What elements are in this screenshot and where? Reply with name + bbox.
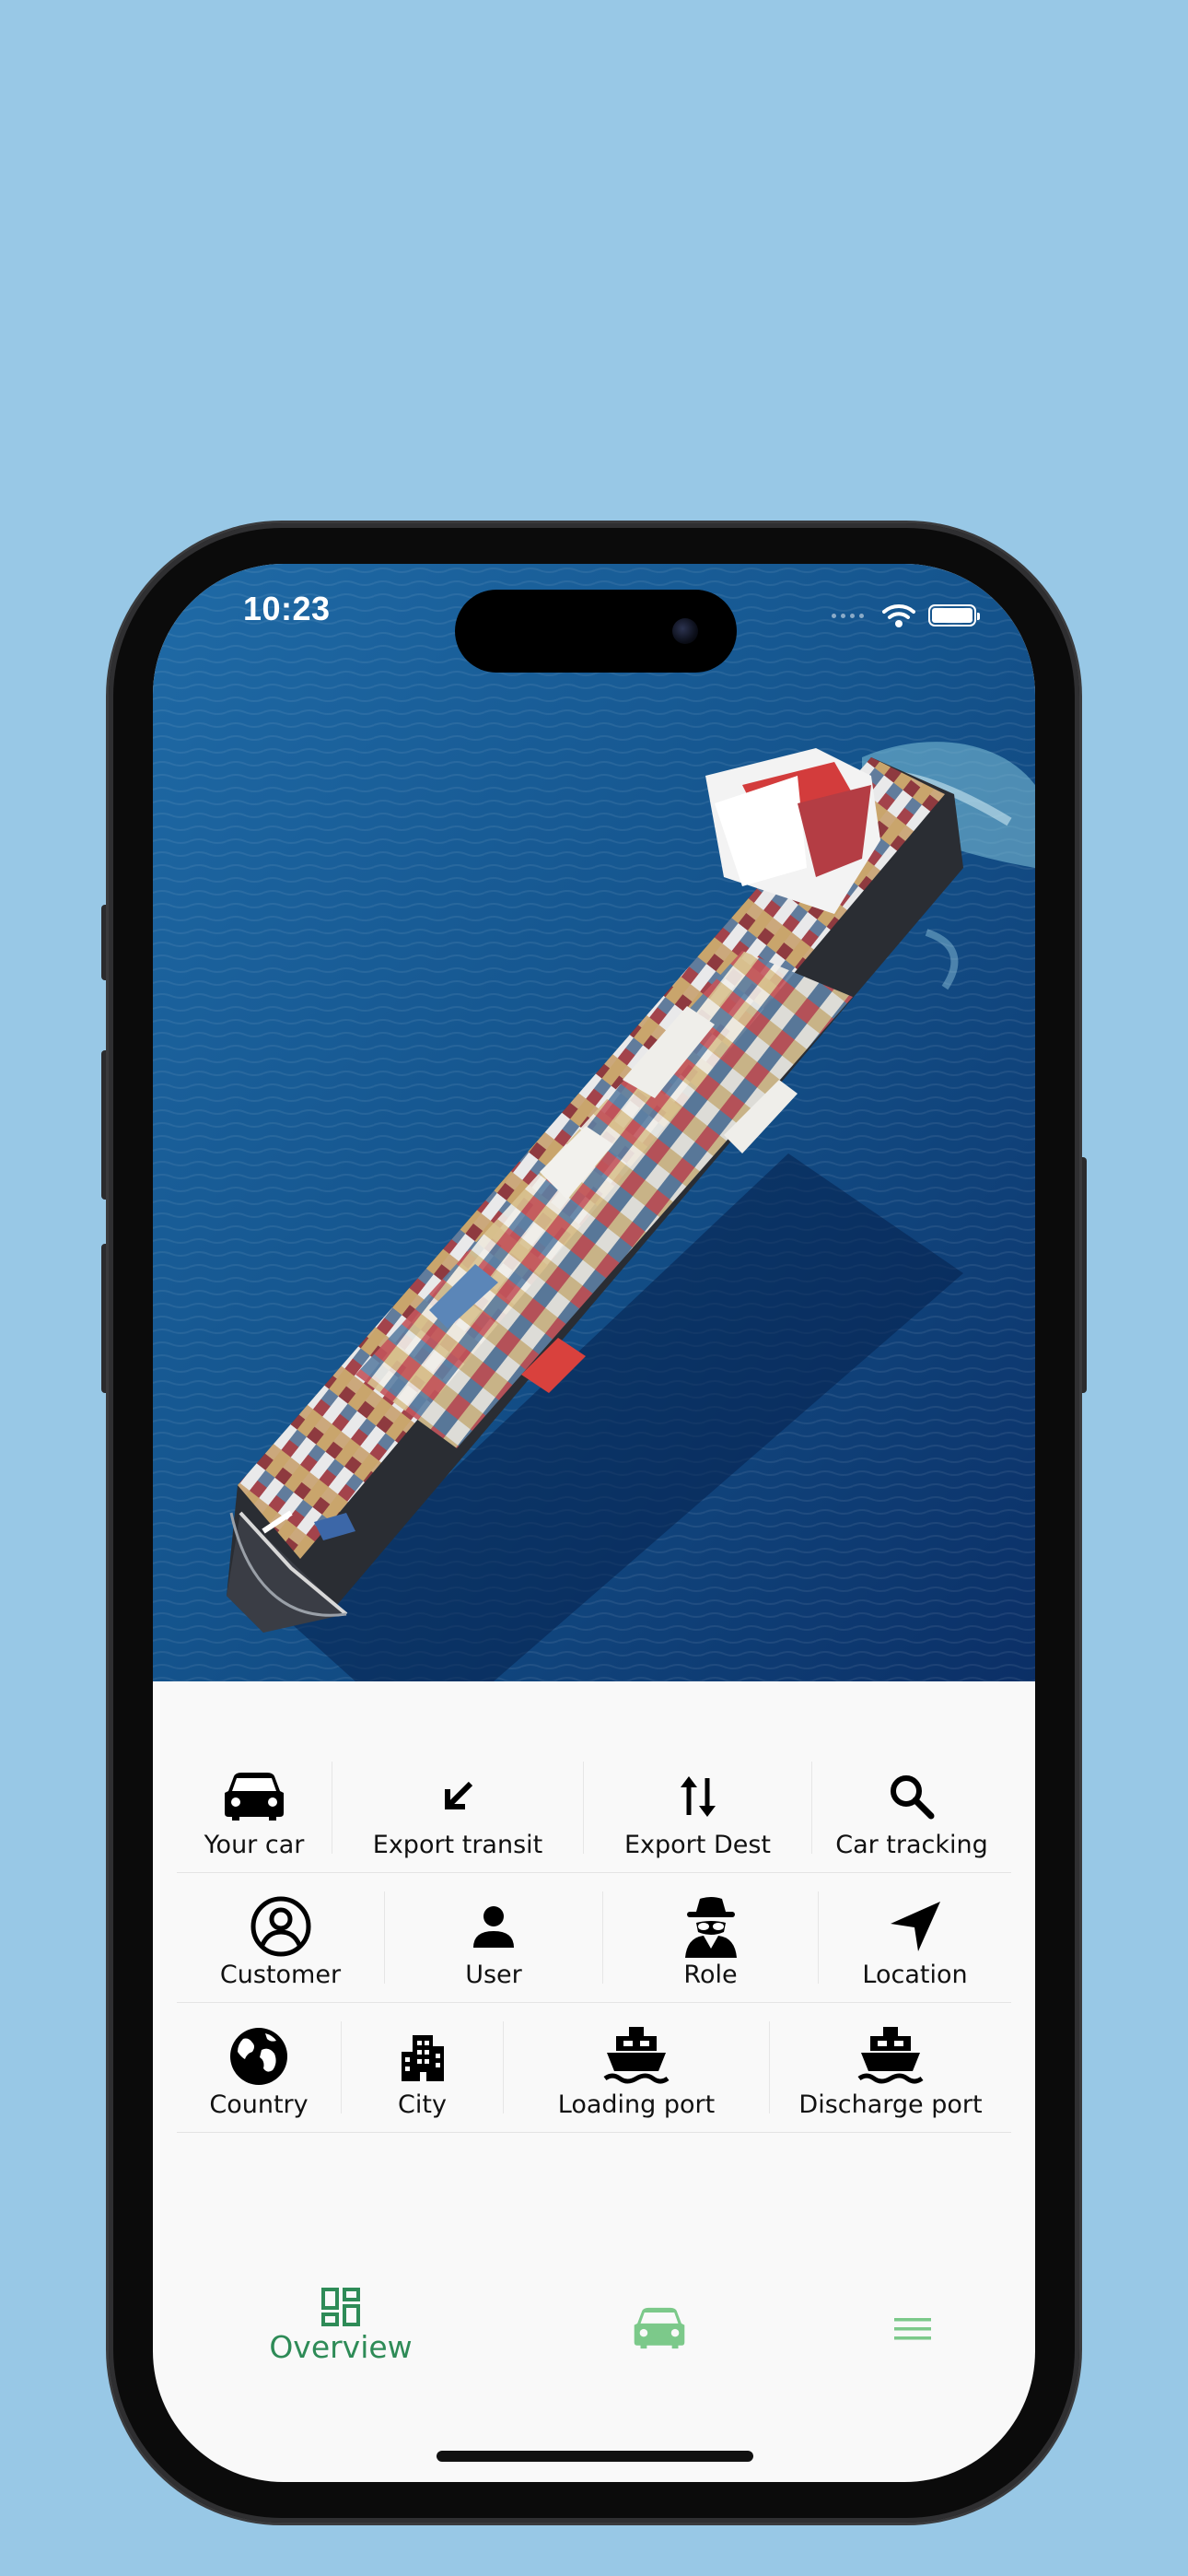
phone-frame: 10:23 Your car Export transit Export Des… [109, 523, 1079, 2523]
signal-dots-icon [832, 613, 864, 618]
menu-item-label: Discharge port [798, 2090, 983, 2119]
dynamic-island [455, 590, 737, 673]
car-icon [225, 1773, 284, 1821]
menu-item-label: Your car [204, 1831, 305, 1859]
battery-icon [928, 604, 980, 626]
menu-item-label: Role [683, 1961, 738, 1989]
menu-item-country[interactable]: Country [177, 2003, 341, 2132]
menu-item-user[interactable]: User [385, 1873, 602, 2002]
menu-item-your-car[interactable]: Your car [177, 1743, 332, 1872]
menu-grid: Your car Export transit Export Dest Car … [177, 1743, 1011, 2133]
account-circle-icon [250, 1896, 310, 1957]
menu-item-label: City [398, 2090, 447, 2119]
menu-item-label: Location [862, 1961, 968, 1989]
navigation-arrow-icon [890, 1902, 940, 1951]
tab-cars[interactable] [632, 2305, 687, 2351]
menu-item-label: Export Dest [623, 1831, 772, 1859]
menu-item-export-transit[interactable]: Export transit [332, 1743, 583, 1872]
person-icon [473, 1906, 514, 1948]
arrow-down-left-icon [445, 1781, 473, 1809]
camera-icon [672, 618, 698, 644]
menu-item-label: User [465, 1961, 522, 1989]
hamburger-menu-icon [894, 2318, 931, 2340]
hero-image-cargo-ship: 10:23 [153, 564, 1035, 1681]
city-icon [401, 2035, 444, 2081]
menu-item-export-dest[interactable]: Export Dest [584, 1743, 811, 1872]
wifi-icon [882, 604, 915, 627]
dashboard-icon [321, 2288, 360, 2326]
search-icon [891, 1775, 935, 1820]
swap-vertical-icon [680, 1776, 716, 1817]
menu-item-label: Loading port [557, 2090, 716, 2119]
tab-menu[interactable] [890, 2314, 936, 2344]
menu-item-label: Export transit [372, 1831, 543, 1859]
car-icon [634, 2307, 685, 2349]
tab-overview[interactable]: Overview [258, 2287, 424, 2365]
home-indicator[interactable] [437, 2451, 753, 2462]
menu-row: Your car Export transit Export Dest Car … [177, 1743, 1011, 1873]
menu-item-discharge-port[interactable]: Discharge port [770, 2003, 1011, 2132]
menu-item-location[interactable]: Location [819, 1873, 1011, 2002]
menu-item-car-tracking[interactable]: Car tracking [812, 1743, 1011, 1872]
ship-icon [857, 2027, 924, 2084]
menu-item-role[interactable]: Role [603, 1873, 818, 2002]
menu-item-label: Customer [219, 1961, 342, 1989]
screen: 10:23 Your car Export transit Export Des… [153, 564, 1035, 2482]
status-time: 10:23 [243, 590, 331, 627]
tab-overview-label: Overview [269, 2329, 413, 2365]
menu-item-city[interactable]: City [342, 2003, 503, 2132]
ship-icon [603, 2027, 670, 2084]
globe-icon [230, 2028, 287, 2085]
menu-item-label: Country [209, 2090, 309, 2119]
menu-row: Country City Loading port Discharge port [177, 2003, 1011, 2133]
menu-item-label: Car tracking [835, 1831, 988, 1859]
bottom-tab-bar: Overview [153, 2287, 1035, 2406]
status-icons [832, 603, 980, 628]
menu-item-loading-port[interactable]: Loading port [504, 2003, 769, 2132]
menu-row: Customer User Role Location [177, 1873, 1011, 2003]
spy-icon [684, 1897, 737, 1958]
menu-item-customer[interactable]: Customer [177, 1873, 384, 2002]
